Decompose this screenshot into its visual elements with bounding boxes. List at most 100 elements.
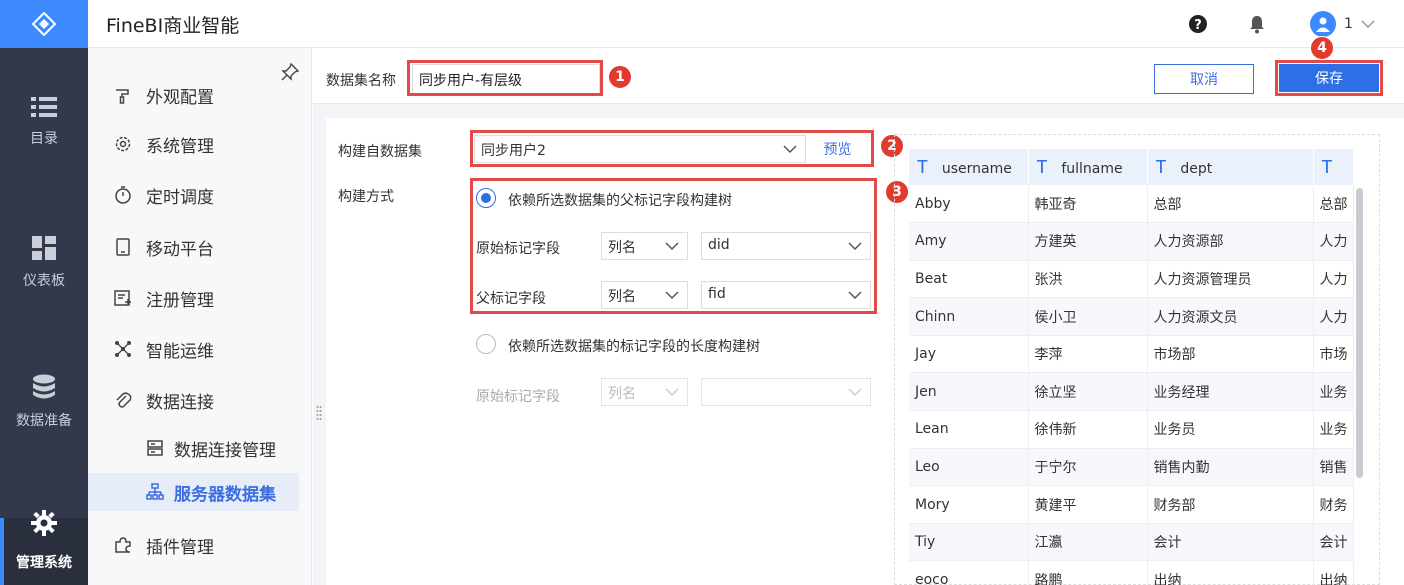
rail-item-data-prep[interactable]: 数据准备 — [0, 374, 88, 454]
text-type-icon: T — [1155, 156, 1167, 178]
user-menu[interactable]: 1 — [1310, 11, 1375, 37]
sidebar-item-schedule[interactable]: 定时调度 — [88, 177, 312, 213]
sidebar-item-system[interactable]: 系统管理 — [88, 126, 312, 162]
option2-column-select[interactable]: 列名 — [601, 378, 688, 406]
sidebar-item-label: 服务器数据集 — [174, 484, 276, 505]
preview-link[interactable]: 预览 — [805, 135, 869, 163]
table-cell: 人力资源部 — [1147, 222, 1314, 261]
palette-icon — [112, 84, 134, 106]
radio-field-length[interactable] — [476, 334, 496, 354]
source-dataset-select[interactable]: 同步用户2 — [474, 135, 806, 163]
column-header-label: fullname — [1061, 160, 1123, 177]
table-cell: 路鹏 — [1028, 560, 1148, 585]
parent-field-label: 父标记字段 — [476, 291, 546, 307]
dataset-name-input[interactable]: 同步用户-有层级 — [412, 64, 600, 94]
table-cell: 销售 — [1313, 448, 1354, 487]
gear-icon — [31, 510, 57, 536]
chevron-down-icon — [848, 291, 862, 300]
table-cell: Jay — [909, 335, 1029, 374]
sidebar-item-label: 智能运维 — [146, 341, 214, 362]
table-cell: 徐伟新 — [1028, 410, 1148, 449]
table-row: Mory 黄建平 财务部 财务 — [909, 485, 1354, 524]
pin-icon[interactable] — [280, 62, 300, 82]
sidebar-item-label: 数据连接管理 — [174, 440, 276, 461]
network-icon — [112, 338, 134, 360]
table-row: Abby 韩亚奇 总部 总部 — [909, 185, 1354, 224]
radio-parent-field[interactable] — [476, 188, 496, 208]
table-cell: 人力资源管理员 — [1147, 260, 1314, 299]
build-method-label: 构建方式 — [338, 189, 394, 205]
parent-column-select[interactable]: 列名 — [601, 281, 688, 309]
sidebar-item-label: 外观配置 — [146, 87, 214, 108]
table-cell: 李萍 — [1028, 335, 1148, 374]
table-cell: 人力 — [1313, 260, 1354, 299]
rail-item-dashboard[interactable]: 仪表板 — [0, 236, 88, 316]
sidebar-item-ops[interactable]: 智能运维 — [88, 331, 312, 367]
tablet-icon — [112, 236, 134, 258]
list-icon — [31, 97, 57, 117]
table-cell: 黄建平 — [1028, 485, 1148, 524]
rail-item-admin[interactable]: 管理系统 — [0, 510, 88, 585]
original-column-select[interactable]: 列名 — [601, 232, 688, 260]
option2-field-select[interactable] — [701, 378, 871, 406]
sidebar-item-server-dataset[interactable]: 服务器数据集 — [88, 473, 299, 511]
dashboard-icon — [32, 236, 56, 260]
table-cell: 业务员 — [1147, 410, 1314, 449]
rail-item-label: 数据准备 — [16, 413, 72, 429]
chevron-down-icon — [783, 145, 797, 154]
grid-scrollbar[interactable] — [1356, 188, 1363, 478]
chevron-down-icon — [848, 388, 862, 397]
original-field-select[interactable]: did — [701, 232, 871, 260]
help-icon[interactable]: ? — [1188, 14, 1208, 34]
option-field-length-label: 依赖所选数据集的标记字段的长度构建树 — [508, 339, 760, 355]
original-field-label: 原始标记字段 — [476, 241, 560, 257]
sidebar-item-connection-mgmt[interactable]: 数据连接管理 — [88, 430, 312, 466]
table-row: Leo 于宁尔 销售内勤 销售 — [909, 448, 1354, 487]
top-header: FineBI商业智能 ? 1 — [88, 0, 1404, 48]
table-cell: 会计 — [1147, 523, 1314, 562]
table-cell: 人力资源文员 — [1147, 297, 1314, 336]
sidebar-item-plugins[interactable]: 插件管理 — [88, 527, 312, 563]
column-header[interactable]: Tfullname — [1028, 149, 1148, 185]
chevron-down-icon — [665, 242, 679, 251]
settings-icon — [112, 133, 134, 155]
option2-column-value: 列名 — [608, 386, 636, 402]
source-dataset-label: 构建自数据集 — [338, 144, 422, 160]
column-header[interactable]: Tdept — [1147, 149, 1314, 185]
save-button[interactable]: 保存 — [1279, 64, 1379, 92]
table-cell: 市场 — [1313, 335, 1354, 374]
original-field-value: did — [708, 237, 730, 253]
sidebar-item-mobile[interactable]: 移动平台 — [88, 229, 312, 265]
chevron-down-icon — [665, 388, 679, 397]
table-cell: 江瀛 — [1028, 523, 1148, 562]
bell-icon[interactable] — [1248, 14, 1266, 34]
brand-title: FineBI商业智能 — [106, 15, 240, 37]
logo[interactable] — [0, 0, 88, 48]
table-row: Beat 张洪 人力资源管理员 人力 — [909, 260, 1354, 299]
rail-item-label: 仪表板 — [23, 273, 65, 289]
table-row: Jay 李萍 市场部 市场 — [909, 335, 1354, 374]
drag-handle-icon[interactable] — [316, 405, 322, 421]
sidebar-item-register[interactable]: 注册管理 — [88, 280, 312, 316]
table-cell: Jen — [909, 372, 1029, 412]
sidebar-item-data-connection[interactable]: 数据连接 — [88, 382, 312, 418]
table-cell: 方建英 — [1028, 222, 1148, 261]
chevron-down-icon — [1361, 20, 1375, 29]
parent-field-select[interactable]: fid — [701, 281, 871, 309]
source-dataset-value: 同步用户2 — [481, 143, 546, 159]
table-cell: 韩亚奇 — [1028, 185, 1148, 224]
column-header[interactable]: Tusername — [909, 149, 1029, 185]
table-header-row: Tusername Tfullname Tdept T — [909, 149, 1354, 185]
column-header[interactable]: T — [1313, 149, 1354, 185]
table-cell: 市场部 — [1147, 335, 1314, 374]
sidebar-item-label: 数据连接 — [146, 392, 214, 413]
main-nav-rail: 目录 仪表板 数据准备 管理系统 — [0, 0, 88, 585]
sidebar-item-appearance[interactable]: 外观配置 — [88, 77, 312, 113]
rail-item-catalog[interactable]: 目录 — [0, 96, 88, 176]
cancel-button[interactable]: 取消 — [1154, 64, 1254, 94]
column-header-label: dept — [1180, 160, 1213, 177]
column-header-label: username — [941, 160, 1012, 177]
annotation-badge-4: 4 — [1310, 36, 1334, 60]
table-cell: 财务部 — [1147, 485, 1314, 524]
table-cell: 侯小卫 — [1028, 297, 1148, 336]
